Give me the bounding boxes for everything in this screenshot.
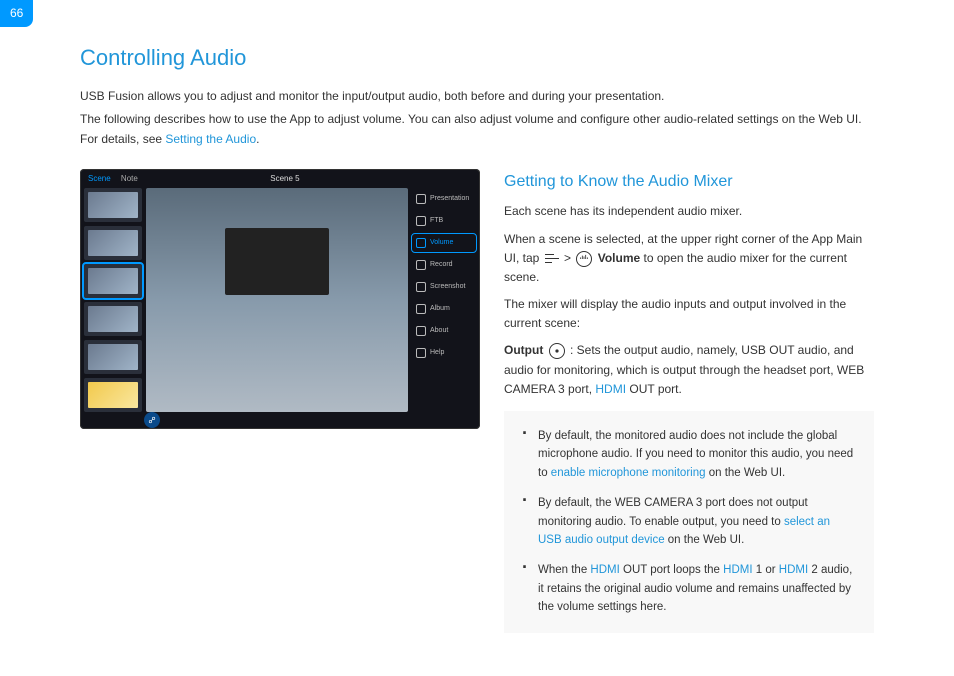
ss-side-album: Album [412,300,476,318]
ss-main-view [146,188,408,412]
menu-icon [545,254,559,264]
section-p1: Each scene has its independent audio mix… [504,202,874,221]
output-target-icon [549,343,565,359]
ss-side-ftb: FTB [412,212,476,230]
screenshot-icon [416,282,426,292]
section-heading: Getting to Know the Audio Mixer [504,169,874,195]
intro-line-2b: . [256,132,259,146]
ss-thumb [84,378,142,412]
ss-side-screenshot: Screenshot [412,278,476,296]
ss-thumb-selected [84,264,142,298]
hdmi-link[interactable]: HDMI [779,564,808,576]
setting-audio-link[interactable]: Setting the Audio [165,132,256,146]
ss-side-menu: Presentation FTB Volume Record Screensho… [412,188,476,412]
ss-side-presentation: Presentation [412,190,476,208]
ss-side-volume: Volume [412,234,476,252]
page-title: Controlling Audio [80,40,874,75]
ss-side-help: Help [412,344,476,362]
ss-thumb [84,226,142,260]
intro-line-1: USB Fusion allows you to adjust and moni… [80,87,874,106]
note-item-1: By default, the monitored audio does not… [532,427,854,482]
enable-mic-monitoring-link[interactable]: enable microphone monitoring [551,467,706,479]
ss-thumb [84,302,142,336]
section-p2: When a scene is selected, at the upper r… [504,230,874,288]
ss-side-record: Record [412,256,476,274]
ss-tab-note: Note [121,174,138,183]
page-number-badge: 66 [0,0,33,27]
link-icon [148,416,156,424]
intro-line-2: The following describes how to use the A… [80,110,874,148]
album-icon [416,304,426,314]
ftb-icon [416,216,426,226]
intro-block: USB Fusion allows you to adjust and moni… [80,87,874,149]
ss-tab-scene: Scene [88,174,111,183]
ss-side-about: About [412,322,476,340]
ss-thumb-column [84,188,142,412]
page-content: Controlling Audio USB Fusion allows you … [0,0,954,633]
volume-label: Volume [598,251,640,265]
ss-thumb [84,188,142,222]
volume-icon [416,238,426,248]
app-screenshot: Scene Note Scene 5 [80,169,480,429]
output-label: Output [504,343,543,357]
hdmi-link[interactable]: HDMI [723,564,752,576]
note-item-3: When the HDMI OUT port loops the HDMI 1 … [532,561,854,616]
section-p4: Output : Sets the output audio, namely, … [504,341,874,399]
help-icon [416,348,426,358]
ss-title: Scene 5 [138,173,432,186]
notes-box: By default, the monitored audio does not… [504,411,874,633]
section-p3: The mixer will display the audio inputs … [504,295,874,333]
ss-thumb [84,340,142,374]
hdmi-link[interactable]: HDMI [595,382,626,396]
record-icon [416,260,426,270]
note-item-2: By default, the WEB CAMERA 3 port does n… [532,494,854,549]
ss-footer-button [144,412,160,428]
about-icon [416,326,426,336]
hdmi-link[interactable]: HDMI [590,564,619,576]
volume-mixer-icon [576,251,592,267]
presentation-icon [416,194,426,204]
